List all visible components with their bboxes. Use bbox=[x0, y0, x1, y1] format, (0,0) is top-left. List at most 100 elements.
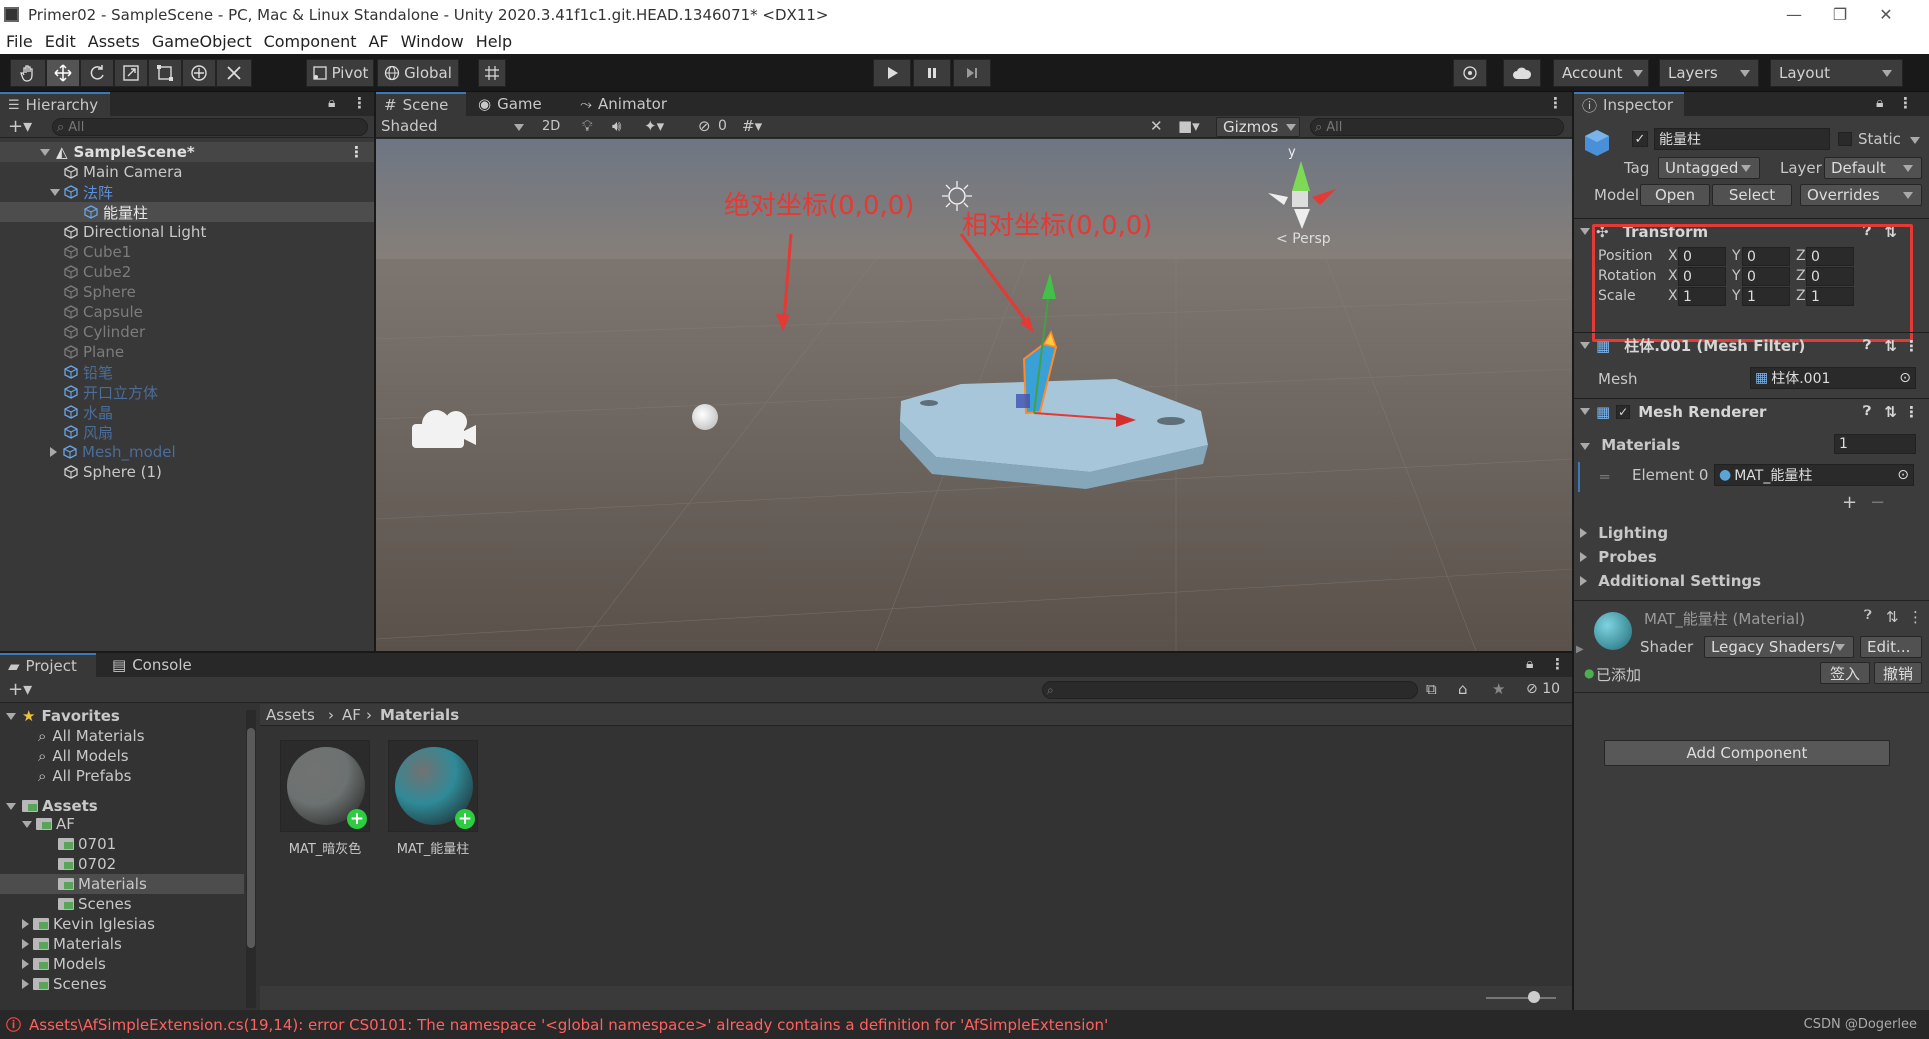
menu-file[interactable]: File bbox=[6, 32, 33, 51]
expand-icon[interactable] bbox=[22, 820, 32, 828]
open-model-button[interactable]: Open bbox=[1640, 184, 1710, 206]
materials-foldout[interactable]: Materials bbox=[1580, 436, 1680, 454]
layer-dropdown[interactable]: Default bbox=[1824, 157, 1922, 179]
icon-size-slider[interactable] bbox=[1486, 997, 1556, 999]
global-toggle[interactable]: Global bbox=[377, 59, 459, 87]
hierarchy-item[interactable]: Directional Light bbox=[0, 222, 374, 242]
project-create-button[interactable]: +▾ bbox=[8, 679, 32, 700]
more-menu-icon[interactable]: ⋮ bbox=[352, 94, 367, 112]
hierarchy-item[interactable]: 法阵 bbox=[0, 182, 374, 202]
object-picker-icon[interactable]: ⊙ bbox=[1899, 370, 1911, 386]
hierarchy-item[interactable]: Cylinder bbox=[0, 322, 374, 342]
breadcrumb-materials[interactable]: Materials bbox=[380, 706, 459, 724]
hierarchy-item[interactable]: Plane bbox=[0, 342, 374, 362]
move-tool-button[interactable] bbox=[46, 59, 80, 87]
create-plus-button[interactable]: +▾ bbox=[8, 116, 32, 137]
pivot-toggle[interactable]: Pivot bbox=[306, 59, 374, 87]
perspective-label[interactable]: < Persp bbox=[1276, 231, 1331, 247]
lighting-foldout[interactable]: Lighting bbox=[1580, 524, 1668, 542]
favorite-all-materials[interactable]: ⌕ All Materials bbox=[38, 726, 145, 746]
preset-icon[interactable]: ⇅ bbox=[1884, 403, 1897, 421]
hidden-packages-toggle[interactable]: ⊘ 10 bbox=[1526, 681, 1560, 697]
cloud-button[interactable] bbox=[1503, 59, 1541, 87]
tab-game[interactable]: ◉ Game bbox=[470, 92, 550, 116]
grid-toggle-icon[interactable]: #▾ bbox=[742, 117, 762, 135]
project-folder-item[interactable]: Materials bbox=[0, 934, 244, 954]
probes-foldout[interactable]: Probes bbox=[1580, 548, 1657, 566]
project-lock-icon[interactable]: 🔒︎ bbox=[1526, 656, 1533, 672]
scene-viewport[interactable]: 绝对坐标(0,0,0) 相对坐标(0,0,0) y < Persp bbox=[376, 139, 1572, 651]
project-search-input[interactable]: ⌕ bbox=[1042, 681, 1418, 699]
hierarchy-item[interactable]: Sphere bbox=[0, 282, 374, 302]
play-button[interactable] bbox=[873, 59, 911, 87]
minimize-button[interactable]: — bbox=[1771, 0, 1817, 29]
layers-dropdown[interactable]: Layers bbox=[1659, 59, 1759, 87]
hierarchy-item[interactable]: 铅笔 bbox=[0, 362, 374, 382]
effects-toggle-icon[interactable]: ✦▾ bbox=[644, 117, 664, 135]
lock-icon[interactable]: 🔒︎ bbox=[328, 95, 335, 111]
mesh-renderer-enabled-checkbox[interactable]: ✓ bbox=[1616, 404, 1631, 419]
static-checkbox[interactable] bbox=[1838, 132, 1852, 146]
menu-component[interactable]: Component bbox=[264, 32, 357, 51]
hidden-objects-icon[interactable]: ⊘ bbox=[698, 117, 711, 135]
project-folder-item[interactable]: Scenes bbox=[0, 894, 244, 914]
hand-tool-button[interactable] bbox=[10, 59, 46, 87]
search-by-label-icon[interactable]: ⌂ bbox=[1458, 680, 1468, 698]
favorite-all-prefabs[interactable]: ⌕ All Prefabs bbox=[38, 766, 131, 786]
remove-element-button[interactable]: − bbox=[1870, 492, 1885, 513]
hierarchy-item[interactable]: Capsule bbox=[0, 302, 374, 322]
favorite-all-models[interactable]: ⌕ All Models bbox=[38, 746, 129, 766]
tab-animator[interactable]: ⤳ Animator bbox=[572, 92, 675, 116]
static-dropdown[interactable]: Static bbox=[1858, 130, 1926, 148]
overrides-dropdown[interactable]: Overrides bbox=[1800, 184, 1922, 206]
inspector-more-icon[interactable]: ⋮ bbox=[1898, 94, 1913, 112]
undo-button[interactable]: 撤销 bbox=[1874, 662, 1922, 684]
hierarchy-item[interactable]: Sphere (1) bbox=[0, 462, 374, 482]
project-folder-item[interactable]: Scenes bbox=[0, 974, 244, 994]
tools-toggle-icon[interactable]: ✕ bbox=[1150, 117, 1163, 135]
tag-dropdown[interactable]: Untagged bbox=[1658, 157, 1760, 179]
add-element-button[interactable]: + bbox=[1842, 492, 1857, 513]
tab-scene[interactable]: # Scene bbox=[376, 92, 466, 116]
mesh-filter-header[interactable]: ▦ 柱体.001 (Mesh Filter) ❓︎ ⇅ ⋮ bbox=[1574, 332, 1929, 358]
hierarchy-item[interactable]: Main Camera bbox=[0, 162, 374, 182]
scene-root-row[interactable]: ◭ SampleScene* ⋮ bbox=[0, 142, 374, 162]
material-asset-label[interactable]: MAT_暗灰色 bbox=[276, 838, 374, 857]
material-asset-tile[interactable]: + bbox=[280, 740, 370, 832]
scale-tool-button[interactable] bbox=[114, 59, 148, 87]
scene-menu-icon[interactable]: ⋮ bbox=[349, 143, 364, 161]
preset-icon[interactable]: ⇅ bbox=[1886, 608, 1899, 626]
menu-gameobject[interactable]: GameObject bbox=[152, 32, 252, 51]
tree-scrollbar-thumb[interactable] bbox=[247, 728, 255, 948]
collapsed-icon[interactable] bbox=[22, 939, 29, 949]
scene-more-icon[interactable]: ⋮ bbox=[1548, 94, 1563, 112]
hierarchy-search-input[interactable]: ⌕ All bbox=[52, 118, 368, 136]
material-asset-tile[interactable]: + bbox=[388, 740, 478, 832]
rotate-tool-button[interactable] bbox=[80, 59, 114, 87]
menu-assets[interactable]: Assets bbox=[88, 32, 140, 51]
mesh-renderer-header[interactable]: ▦ ✓ Mesh Renderer ❓︎ ⇅ ⋮ bbox=[1574, 398, 1929, 424]
project-folder-item[interactable]: AF bbox=[0, 814, 244, 834]
drag-handle-icon[interactable]: ═ bbox=[1600, 468, 1609, 486]
sign-in-button[interactable]: 签入 bbox=[1820, 662, 1870, 684]
close-button[interactable]: ✕ bbox=[1863, 0, 1909, 29]
object-picker-icon[interactable]: ⊙ bbox=[1897, 467, 1909, 483]
project-folder-item[interactable]: 0701 bbox=[0, 834, 244, 854]
account-dropdown[interactable]: Account bbox=[1553, 59, 1649, 87]
hierarchy-item[interactable]: 开口立方体 bbox=[0, 382, 374, 402]
hierarchy-item[interactable]: 风扇 bbox=[0, 422, 374, 442]
hierarchy-item[interactable]: Mesh_model bbox=[0, 442, 374, 462]
edit-shader-button[interactable]: Edit... bbox=[1860, 636, 1922, 658]
tree-scrollbar[interactable] bbox=[246, 710, 256, 1008]
select-model-button[interactable]: Select bbox=[1712, 184, 1792, 206]
toggle-2d-button[interactable]: 2D bbox=[542, 119, 560, 134]
breadcrumb-af[interactable]: AF bbox=[342, 706, 361, 724]
help-icon[interactable]: ❓︎ bbox=[1863, 338, 1871, 353]
hierarchy-item[interactable]: Cube2 bbox=[0, 262, 374, 282]
inspector-lock-icon[interactable]: 🔒︎ bbox=[1876, 95, 1883, 111]
collab-button[interactable] bbox=[1453, 59, 1487, 87]
audio-toggle-icon[interactable]: 🔊︎ bbox=[612, 117, 621, 135]
maximize-button[interactable]: ❐ bbox=[1817, 0, 1863, 29]
project-folder-item[interactable]: 0702 bbox=[0, 854, 244, 874]
status-bar[interactable]: ⓘ Assets\AfSimpleExtension.cs(19,14): er… bbox=[0, 1010, 1929, 1039]
